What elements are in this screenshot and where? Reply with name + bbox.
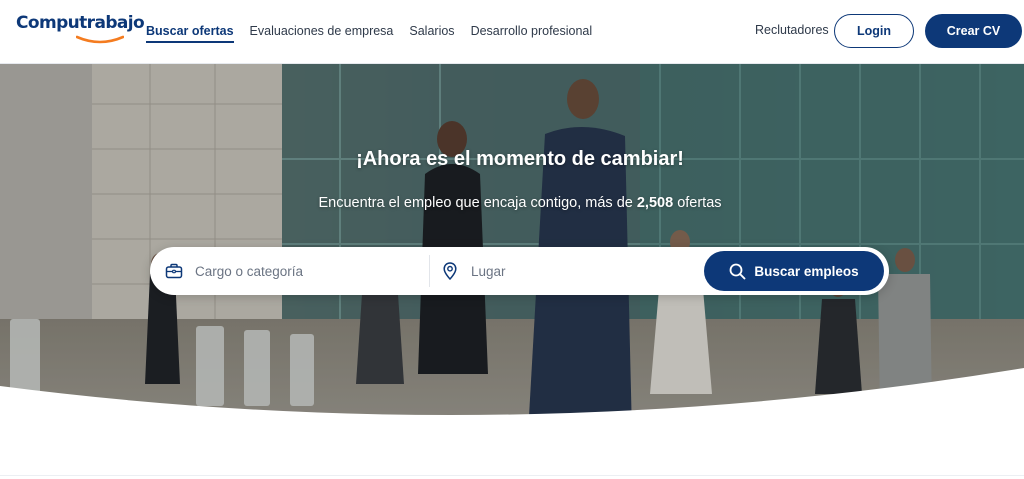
create-cv-button[interactable]: Crear CV (925, 14, 1022, 48)
hero-bottom-curve (0, 368, 1024, 434)
hero-subtitle-suffix: ofertas (677, 195, 722, 211)
job-title-field[interactable] (164, 247, 428, 295)
computrabajo-logo[interactable]: Computrabajo (16, 13, 145, 44)
location-input[interactable] (471, 263, 671, 279)
job-title-input[interactable] (195, 263, 395, 279)
main-nav: Buscar ofertas Evaluaciones de empresa S… (146, 0, 608, 63)
search-jobs-button[interactable]: Buscar empleos (704, 251, 884, 291)
recruiters-link[interactable]: Reclutadores (755, 23, 829, 37)
top-navbar: Computrabajo Buscar ofertas Evaluaciones… (0, 0, 1024, 64)
briefcase-icon (164, 261, 184, 281)
logo-swoosh (76, 35, 124, 44)
location-pin-icon (440, 261, 460, 281)
job-search-bar: Buscar empleos (150, 247, 889, 295)
search-icon (729, 263, 746, 280)
nav-salarios[interactable]: Salarios (409, 0, 454, 63)
nav-desarrollo-profesional[interactable]: Desarrollo profesional (471, 0, 593, 63)
hero-title: ¡Ahora es el momento de cambiar! (356, 148, 684, 170)
logo-text: Computrabajo (16, 13, 145, 33)
hero-subtitle: Encuentra el empleo que encaja contigo, … (0, 195, 1024, 211)
login-button[interactable]: Login (834, 14, 914, 48)
location-field[interactable] (440, 247, 700, 295)
section-divider (0, 475, 1024, 476)
offers-count: 2,508 (636, 195, 674, 211)
hero-subtitle-prefix: Encuentra el empleo que encaja contigo, … (318, 195, 633, 211)
search-jobs-label: Buscar empleos (754, 263, 859, 279)
nav-buscar-ofertas[interactable]: Buscar ofertas (146, 0, 234, 63)
nav-evaluaciones-empresa[interactable]: Evaluaciones de empresa (250, 0, 394, 63)
search-divider (429, 255, 430, 287)
